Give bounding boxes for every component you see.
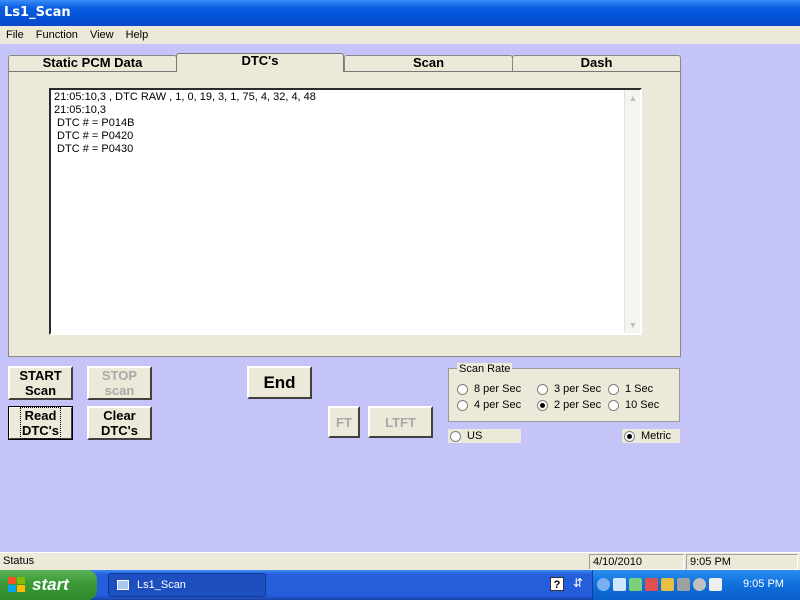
tab-dtcs[interactable]: DTC's — [176, 53, 344, 72]
tray-device-icon[interactable] — [677, 578, 690, 591]
clear-dtcs-button[interactable]: Clear DTC's — [87, 406, 152, 440]
tab-static-pcm-data[interactable]: Static PCM Data — [8, 55, 177, 71]
radio-label: 10 Sec — [625, 399, 660, 411]
radio-icon — [608, 399, 619, 411]
radio-label: 8 per Sec — [474, 383, 522, 395]
security-icon[interactable] — [645, 578, 658, 591]
status-date: 4/10/2010 — [589, 554, 684, 570]
status-time: 9:05 PM — [686, 554, 798, 570]
menu-help[interactable]: Help — [120, 29, 155, 41]
tab-label: Dash — [580, 55, 613, 70]
scroll-up-icon[interactable]: ▲ — [626, 91, 640, 105]
help-icon[interactable]: ? — [550, 577, 564, 591]
output-line: 21:05:10,3 , DTC RAW , 1, 0, 19, 3, 1, 7… — [54, 91, 316, 103]
start-button[interactable]: start — [0, 570, 97, 600]
tray-app-icon[interactable] — [629, 578, 642, 591]
stop-scan-button[interactable]: STOP scan — [87, 366, 152, 400]
radio-4-per-sec[interactable]: 4 per Sec — [457, 399, 521, 411]
radio-2-per-sec[interactable]: 2 per Sec — [537, 399, 601, 411]
radio-selected-icon — [537, 399, 548, 411]
radio-3-per-sec[interactable]: 3 per Sec — [537, 383, 601, 395]
tray-arrow-icon[interactable] — [597, 578, 610, 591]
output-line: DTC # = P014B — [54, 117, 135, 129]
radio-icon — [457, 383, 468, 395]
window-title: Ls1_Scan — [4, 5, 71, 20]
output-line: DTC # = P0420 — [54, 130, 134, 142]
end-button[interactable]: End — [247, 366, 312, 399]
scan-rate-legend: Scan Rate — [457, 363, 513, 375]
status-text: Status — [3, 555, 35, 567]
tab-label: Static PCM Data — [42, 55, 143, 70]
radio-1-sec[interactable]: 1 Sec — [608, 383, 653, 395]
radio-icon — [537, 383, 548, 395]
start-label: start — [32, 575, 69, 594]
button-label: Read DTC's — [19, 407, 62, 439]
radio-metric[interactable]: Metric — [624, 430, 671, 442]
radio-icon — [457, 399, 468, 411]
radio-8-per-sec[interactable]: 8 per Sec — [457, 383, 521, 395]
output-line: DTC # = P0430 — [54, 143, 134, 155]
speaker-icon[interactable] — [613, 578, 626, 591]
tab-dash[interactable]: Dash — [512, 55, 681, 71]
tab-label: Scan — [412, 55, 445, 70]
button-label: FT — [336, 414, 352, 430]
ltft-button[interactable]: LTFT — [368, 406, 433, 438]
battery-icon[interactable] — [709, 578, 722, 591]
tab-label: DTC's — [241, 53, 279, 68]
vertical-scrollbar[interactable]: ▲ ▼ — [624, 90, 640, 333]
tab-strip: Static PCM Data DTC's Scan Dash — [8, 53, 681, 72]
tray-disc-icon[interactable] — [693, 578, 706, 591]
menu-bar: File Function View Help — [0, 26, 800, 44]
menu-view[interactable]: View — [84, 29, 120, 41]
radio-label: US — [467, 430, 483, 442]
radio-us[interactable]: US — [450, 430, 482, 442]
radio-10-sec[interactable]: 10 Sec — [608, 399, 659, 411]
read-dtcs-button[interactable]: Read DTC's — [8, 406, 73, 440]
output-line: 21:05:10,3 — [54, 104, 106, 116]
button-label: End — [263, 373, 296, 392]
taskbar: start Ls1_Scan ? ⇵ 9:05 PM — [0, 570, 800, 600]
button-label: LTFT — [385, 414, 416, 430]
window-titlebar[interactable]: Ls1_Scan — [0, 0, 800, 26]
app-window-icon — [117, 580, 129, 590]
ft-button[interactable]: FT — [328, 406, 360, 438]
radio-label: 2 per Sec — [554, 399, 602, 411]
scroll-down-icon[interactable]: ▼ — [626, 318, 640, 332]
dtc-output-textbox[interactable]: 21:05:10,3 , DTC RAW , 1, 0, 19, 3, 1, 7… — [49, 88, 642, 335]
taskbar-app-button[interactable]: Ls1_Scan — [108, 573, 266, 597]
dtc-tab-panel: 21:05:10,3 , DTC RAW , 1, 0, 19, 3, 1, 7… — [8, 71, 681, 357]
menu-file[interactable]: File — [0, 29, 30, 41]
tab-scan[interactable]: Scan — [344, 55, 513, 71]
radio-icon — [450, 430, 461, 442]
network-icon[interactable]: ⇵ — [573, 576, 583, 590]
radio-selected-icon — [624, 430, 635, 442]
button-label: Clear DTC's — [100, 408, 139, 438]
taskbar-clock: 9:05 PM — [743, 578, 784, 590]
windows-flag-icon — [8, 577, 26, 593]
scan-rate-frame: Scan Rate 8 per Sec 3 per Sec 1 Sec 4 pe… — [448, 363, 680, 422]
system-tray: 9:05 PM — [592, 570, 800, 600]
menu-function[interactable]: Function — [30, 29, 84, 41]
start-scan-button[interactable]: START Scan — [8, 366, 73, 400]
status-bar: Status 4/10/2010 9:05 PM — [0, 552, 800, 570]
radio-label: 1 Sec — [625, 383, 654, 395]
radio-icon — [608, 383, 619, 395]
task-label: Ls1_Scan — [137, 579, 186, 591]
radio-label: 4 per Sec — [474, 399, 522, 411]
client-area: Static PCM Data DTC's Scan Dash 21:05:10… — [0, 44, 800, 552]
radio-label: 3 per Sec — [554, 383, 602, 395]
button-label: START Scan — [19, 368, 62, 398]
button-label: STOP scan — [101, 368, 138, 398]
shield-icon[interactable] — [661, 578, 674, 591]
radio-label: Metric — [641, 430, 671, 442]
